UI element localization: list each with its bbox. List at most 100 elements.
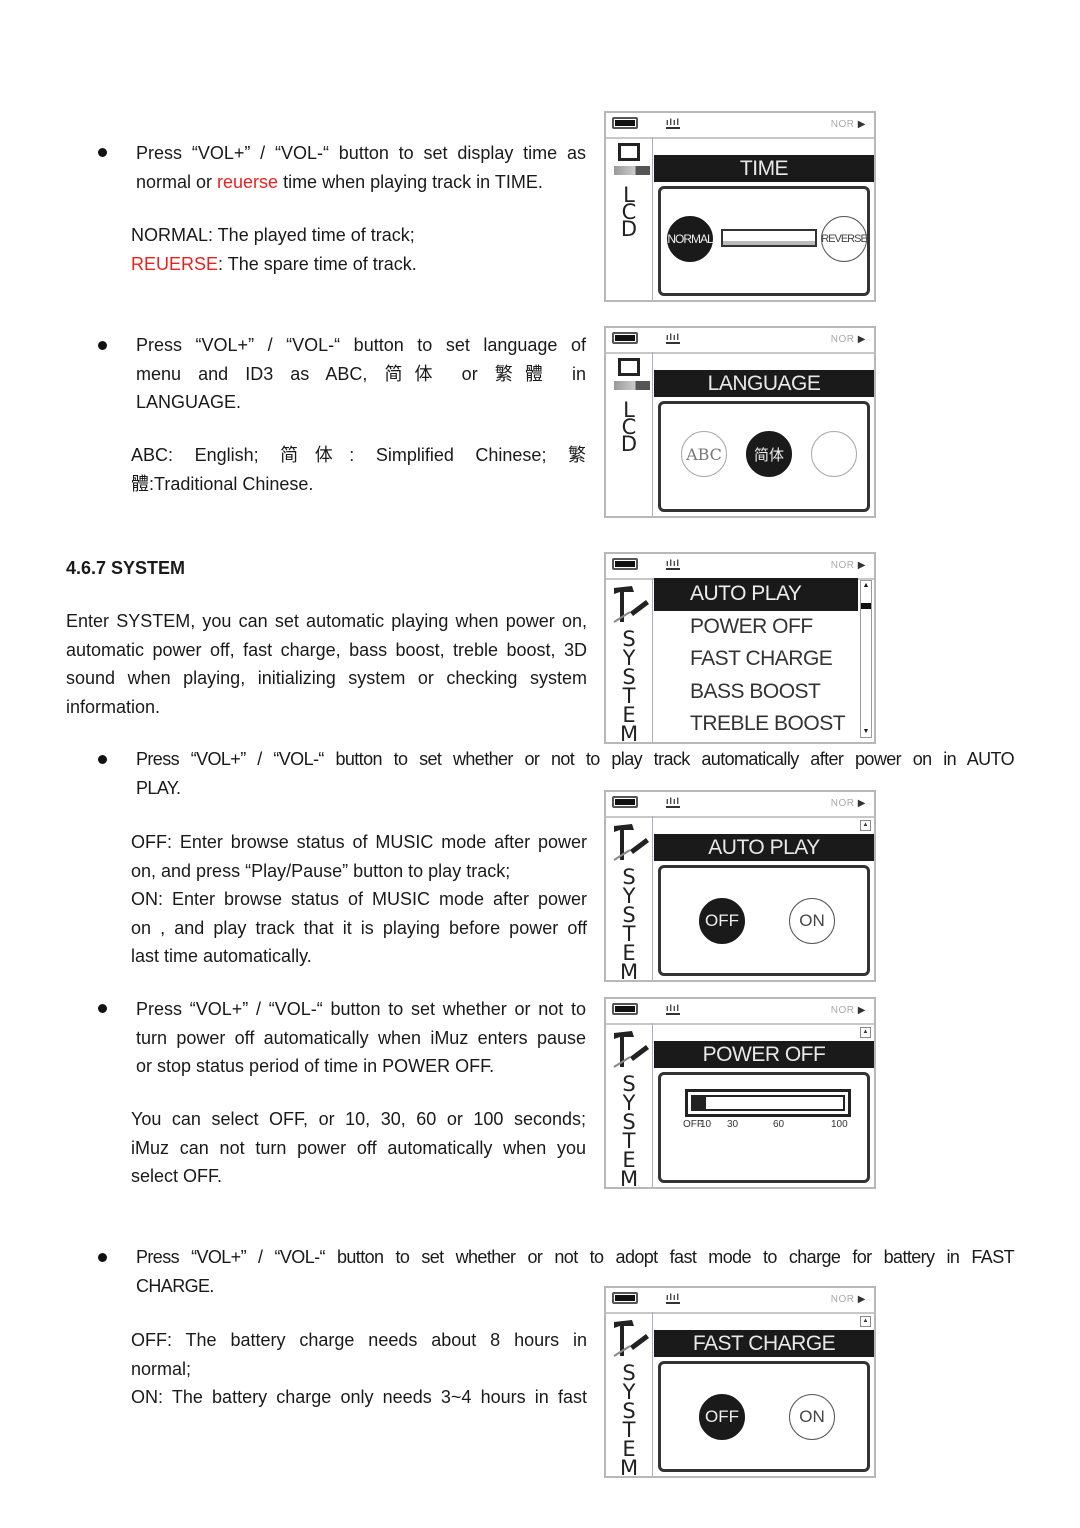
menu-item-bass-boost[interactable]: BASS BOOST — [654, 676, 858, 709]
side-panel: S Y S T E M — [606, 578, 653, 746]
screen-title: FAST CHARGE — [654, 1330, 874, 1357]
screen-title: AUTO PLAY — [654, 834, 874, 861]
time-bar — [721, 229, 817, 247]
tools-icon — [613, 1031, 649, 1068]
option-normal[interactable]: NORMAL — [667, 216, 714, 262]
bullet-icon — [98, 755, 107, 764]
language-bullet-text: Press “VOL+” / “VOL-“ button to set lang… — [136, 335, 586, 412]
option-simplified-chinese[interactable]: 简体 — [746, 431, 792, 477]
play-mode: NOR ▶ — [830, 798, 866, 809]
play-mode: NOR ▶ — [830, 334, 866, 345]
scroll-up-icon[interactable]: ▲ — [860, 820, 871, 831]
tools-icon — [613, 1320, 649, 1357]
option-on[interactable]: ON — [789, 898, 835, 944]
play-icon: ▶ — [857, 1294, 866, 1305]
lcd-screen-auto-play: ılıl NOR ▶ S Y S T E M ▲ AUTO PLAY OFF O… — [604, 790, 876, 984]
reverse-highlight: reuerse — [217, 171, 279, 192]
eq-icon: ılıl — [666, 1003, 681, 1015]
section-heading: 4.6.7 SYSTEM — [66, 558, 186, 578]
fast-charge-bullet-text: Press “VOL+” / “VOL-“ button to set whet… — [136, 1247, 1015, 1296]
scroll-thumb[interactable] — [861, 603, 871, 609]
play-mode: NOR ▶ — [830, 119, 866, 130]
brightness-icon — [614, 166, 650, 175]
option-panel: OFF ON — [658, 1361, 870, 1472]
menu-item-power-off[interactable]: POWER OFF — [654, 611, 858, 644]
system-menu: AUTO PLAY POWER OFF FAST CHARGE BASS BOO… — [654, 578, 858, 742]
monitor-icon — [618, 143, 640, 161]
system-intro: Enter SYSTEM, you can set automatic play… — [66, 611, 587, 717]
play-icon: ▶ — [857, 560, 866, 571]
option-panel: OFF ON — [658, 865, 870, 976]
bullet-icon — [98, 1004, 107, 1013]
power-off-scale: OFF 10 30 60 100 — [683, 1119, 848, 1130]
bullet-icon — [98, 1253, 107, 1262]
power-off-bullet-text: Press “VOL+” / “VOL-“ button to set whet… — [136, 999, 586, 1076]
battery-icon — [612, 796, 638, 808]
monitor-icon — [618, 358, 640, 376]
lcd-screen-language: ılıl NOR ▶ L C D LANGUAGE ABC 简体 — [604, 326, 876, 518]
bullet-icon — [98, 341, 107, 350]
side-label: S Y S T E M — [619, 865, 639, 984]
lcd-screen-fast-charge: ılıl NOR ▶ S Y S T E M ▲ FAST CHARGE OFF… — [604, 1286, 876, 1480]
status-bar: ılıl NOR ▶ — [606, 328, 874, 354]
fast-charge-description: OFF: The battery charge needs about 8 ho… — [131, 1330, 587, 1407]
play-mode: NOR ▶ — [830, 560, 866, 571]
screen-title: LANGUAGE — [654, 370, 874, 397]
side-label: S Y S T E M — [619, 1361, 639, 1480]
side-label: S Y S T E M — [619, 627, 639, 746]
option-off[interactable]: OFF — [699, 898, 745, 944]
language-description: ABC: English; 简 体 : Simplified Chinese; … — [131, 445, 586, 494]
auto-play-description: OFF: Enter browse status of MUSIC mode a… — [131, 832, 587, 966]
lcd-screen-system-menu: ılıl NOR ▶ S Y S T E M AUTO PLAY POWER O… — [604, 552, 876, 746]
menu-item-fast-charge[interactable]: FAST CHARGE — [654, 643, 858, 676]
eq-icon: ılıl — [666, 117, 681, 129]
play-icon: ▶ — [857, 1005, 866, 1016]
screen-title: TIME — [654, 155, 874, 182]
side-label: L C D — [620, 398, 638, 456]
power-off-description: You can select OFF, or 10, 30, 60 or 100… — [131, 1109, 586, 1186]
eq-icon: ılıl — [666, 332, 681, 344]
scroll-down-icon[interactable]: ▼ — [861, 727, 871, 737]
menu-item-auto-play[interactable]: AUTO PLAY — [654, 578, 858, 611]
side-label: L C D — [620, 183, 638, 241]
auto-play-bullet-text: Press “VOL+” / “VOL-“ button to set whet… — [136, 749, 1015, 798]
eq-icon: ılıl — [666, 558, 681, 570]
scroll-up-icon[interactable]: ▲ — [860, 1027, 871, 1038]
play-icon: ▶ — [857, 119, 866, 130]
side-panel: L C D — [606, 352, 653, 516]
scroll-up-icon[interactable]: ▲ — [861, 581, 871, 591]
scrollbar[interactable]: ▲ ▼ — [860, 580, 872, 738]
play-mode: NOR ▶ — [830, 1294, 866, 1305]
lcd-screen-time: ılıl NOR ▶ L C D TIME NORMAL REVERSE — [604, 111, 876, 302]
eq-icon: ılıl — [666, 796, 681, 808]
time-bullet-text: Press “VOL+” / “VOL-“ button to set disp… — [136, 143, 586, 192]
side-panel: L C D — [606, 137, 653, 300]
battery-icon — [612, 332, 638, 344]
play-icon: ▶ — [857, 334, 866, 345]
option-english[interactable]: ABC — [681, 431, 727, 477]
power-off-slider[interactable] — [685, 1089, 851, 1117]
scroll-up-icon[interactable]: ▲ — [860, 1316, 871, 1327]
option-off[interactable]: OFF — [699, 1394, 745, 1440]
eq-icon: ılıl — [666, 1292, 681, 1304]
option-on[interactable]: ON — [789, 1394, 835, 1440]
side-panel: S Y S T E M — [606, 1023, 653, 1191]
option-panel: NORMAL REVERSE — [658, 186, 870, 296]
battery-icon — [612, 1003, 638, 1015]
status-bar: ılıl NOR ▶ — [606, 113, 874, 139]
play-mode: NOR ▶ — [830, 1005, 866, 1016]
option-traditional-chinese[interactable] — [811, 431, 857, 477]
menu-item-treble-boost[interactable]: TREBLE BOOST — [654, 708, 858, 741]
bullet-icon — [98, 148, 107, 157]
side-label: S Y S T E M — [619, 1072, 639, 1191]
option-reverse[interactable]: REVERSE — [821, 216, 868, 262]
play-icon: ▶ — [857, 798, 866, 809]
option-panel: OFF 10 30 60 100 — [658, 1072, 870, 1183]
tools-icon — [613, 586, 649, 623]
lcd-screen-power-off: ılıl NOR ▶ S Y S T E M ▲ POWER OFF OFF 1… — [604, 997, 876, 1191]
screen-title: POWER OFF — [654, 1041, 874, 1068]
side-panel: S Y S T E M — [606, 816, 653, 984]
battery-icon — [612, 1292, 638, 1304]
status-bar: ılıl NOR ▶ — [606, 999, 874, 1025]
side-panel: S Y S T E M — [606, 1312, 653, 1480]
